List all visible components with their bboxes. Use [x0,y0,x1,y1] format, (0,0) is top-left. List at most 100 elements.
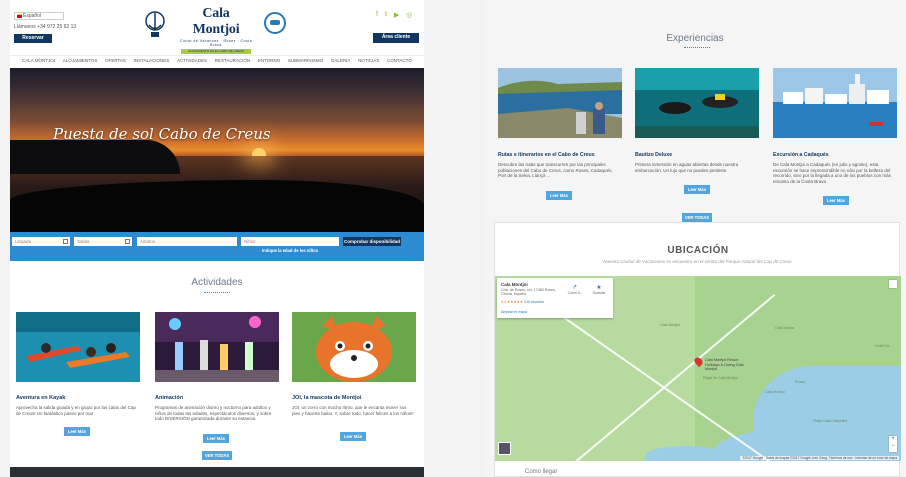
brand-name: Cala Montjoi [192,6,240,37]
experience-description: Descubre las rutas que transcurren por l… [498,162,613,178]
nav-item-noticias[interactable]: NOTICIAS [358,58,379,63]
place-address: Crta. de Roses, s/n, 17480 Roses, Girona… [501,288,556,297]
activity-card-animation: Animación Programas de animación diurno … [155,312,279,422]
social-links: f t ▶ ◎ [376,11,412,19]
nav-item-instalaciones[interactable]: INSTALACIONES [134,58,170,63]
routes-image[interactable] [498,68,622,138]
main-nav: CALA MONTJOI ALOJAMIENTOS OFERTAS INSTAL… [10,55,424,65]
map-pin-label: Cala Montjoi Resort Holidays & Diving Ca… [705,358,744,371]
directions-button[interactable]: ↱ Cómo ll... [567,284,583,295]
checkout-field[interactable]: Salida [74,237,132,246]
map-label: Hotel Ca... [875,344,892,348]
view-all-experiences-button[interactable]: VER TODAS [682,213,712,222]
phone-number: Llámanos +34 972 25 62 13 [14,24,77,30]
experience-card-cadaques: Excursión a Cadaqués De Cala Montjoi a C… [773,68,897,184]
twitter-icon[interactable]: t [385,11,387,19]
map-label: Platja Cala Canyelles [813,419,848,423]
activity-card-kayak: Aventura en Kayak Aprovecha la salida gu… [16,312,140,416]
experience-title[interactable]: Excursión a Cadaqués [773,152,897,158]
activity-title[interactable]: Animación [155,395,279,401]
fullscreen-icon[interactable] [889,280,897,288]
read-more-button[interactable]: Leer Más [684,185,710,194]
kayak-image[interactable] [16,312,140,382]
anchor-logo-icon [145,11,165,37]
nav-item-ofertas[interactable]: OFERTAS [105,58,126,63]
activities-heading: Actividades [191,277,243,288]
place-name: Cala Montjoi [501,282,528,287]
diving-badge-icon [264,12,286,34]
nav-item-alojamientos[interactable]: ALOJAMIENTOS [63,58,98,63]
enlarge-map-link[interactable]: Ampliar el mapa [501,310,527,314]
save-button[interactable]: ★ Guardar [591,284,607,295]
location-heading: UBICACIÓN [667,245,729,256]
instagram-icon[interactable]: ◎ [406,11,412,19]
view-all-activities-button[interactable]: VER TODAS [202,451,232,460]
nav-item-galeria[interactable]: GALERÍA [331,58,351,63]
read-more-button[interactable]: Leer Más [64,427,90,436]
page: Español Llámanos +34 972 25 62 13 Reserv… [0,0,906,477]
nav-item-cala-montjoi[interactable]: CALA MONTJOI [22,58,55,63]
next-section-peek [10,467,424,477]
directions-icon: ↱ [572,285,578,291]
hero-banner: Puesta de sol Cabo de Creus [10,68,424,232]
activity-title[interactable]: Aventura en Kayak [16,395,140,401]
diving-image[interactable] [635,68,759,138]
language-select[interactable]: Español [14,12,64,20]
star-icon: ★ [596,285,602,291]
map-place-card: Cala Montjoi Crta. de Roses, s/n, 17480 … [497,278,613,318]
read-more-button[interactable]: Leer Más [546,191,572,200]
activity-description: Programas de animación diurno y nocturno… [155,405,272,421]
check-availability-button[interactable]: Comprobar disponibilidad [343,237,401,246]
heading-divider [204,290,230,293]
spain-flag-icon [17,13,22,18]
nav-item-contacto[interactable]: CONTACTO [387,58,412,63]
nav-item-submarinismo[interactable]: SUBMARINISMO [288,58,323,63]
read-more-button[interactable]: Leer Más [340,432,366,441]
map-label: Platja de Cala Montjoi [703,376,738,380]
nav-item-entorno[interactable]: ENTORNO [258,58,280,63]
facebook-icon[interactable]: f [376,11,378,19]
booking-search-bar: Llegada Salida Adultos Niños Comprobar d… [10,232,424,261]
experiences-heading: Experiencias [666,33,724,44]
activity-description: Aprovecha la salida guiada y en grupo po… [16,405,136,416]
experience-title[interactable]: Rutas e itinerarios en el Cabo de Creus [498,152,622,158]
hero-headland [10,140,180,174]
read-more-button[interactable]: Leer Más [203,434,229,443]
animation-image[interactable] [155,312,279,382]
brand-logo[interactable]: Cala Montjoi Ciutat de Vacances · Roses … [178,6,254,54]
kids-age-note: Indique la edad de los niños [262,248,319,253]
map-label: Roses [795,380,806,384]
activity-description: JOI, un zorro con mucho ritmo, que le en… [292,405,414,416]
youtube-icon[interactable]: ▶ [394,11,399,19]
reviews-link[interactable]: 316 reseñas [524,300,544,304]
homepage-panel: Español Llámanos +34 972 25 62 13 Reserv… [10,0,424,477]
experience-title[interactable]: Bautizo Deluxe [635,152,759,158]
how-to-arrive-heading: Como llegar [525,469,558,475]
place-rating: 4,3 ★★★★★ 316 reseñas [501,300,544,304]
experience-description: Primera inmersión en aguas abiertas desd… [635,162,739,173]
nav-item-actividades[interactable]: ACTIVIDADES [177,58,207,63]
hero-rocks [10,180,424,232]
calendar-icon [63,239,68,244]
read-more-button[interactable]: Leer Más [823,196,849,205]
mascot-image[interactable] [292,312,416,382]
activity-title[interactable]: JOI, la mascota de Montjoi [292,395,416,401]
experience-card-routes: Rutas e itinerarios en el Cabo de Creus … [498,68,622,179]
hero-title: Puesta de sol Cabo de Creus [53,125,271,143]
cadaques-image[interactable] [773,68,897,138]
client-area-button[interactable]: Área cliente [373,33,419,43]
map-label: Cala Montjoi [660,323,680,327]
satellite-toggle[interactable] [498,442,511,455]
kids-select[interactable]: Niños [241,237,339,246]
adults-select[interactable]: Adultos [137,237,237,246]
map-label: Cala Montjoi [765,390,785,394]
checkin-field[interactable]: Llegada [12,237,70,246]
header: Español Llámanos +34 972 25 62 13 Reserv… [10,0,424,54]
zoom-control[interactable]: + − [889,436,897,452]
experience-description: De Cala Montjoi a Cadaqués (en julio y a… [773,162,891,184]
google-map[interactable]: Cala Montjoi Cala Murtra Platja de Cala … [495,276,901,461]
map-attribution: ©2017 Google · Datos de mapas ©2017 Goog… [740,456,899,460]
activity-card-mascot: JOI, la mascota de Montjoi JOI, un zorro… [292,312,416,416]
nav-item-restauracion[interactable]: RESTAURACIÓN [215,58,250,63]
reserve-button[interactable]: Reservar [14,34,52,43]
